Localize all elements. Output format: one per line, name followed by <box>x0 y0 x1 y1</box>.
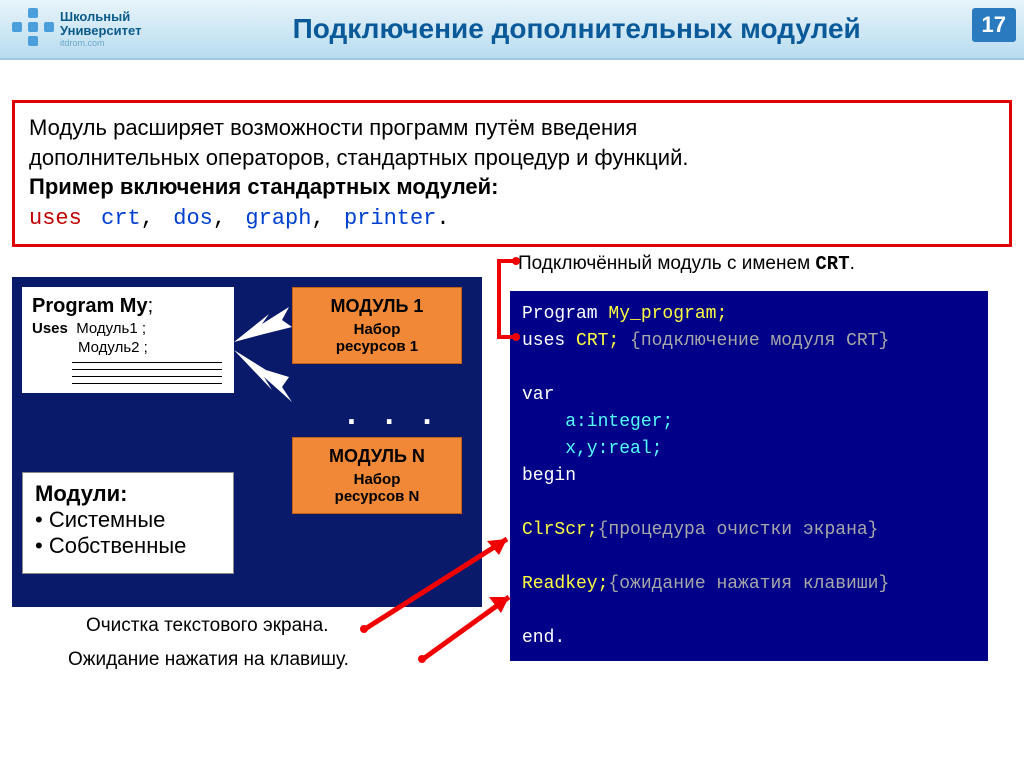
program-box: Program My; Uses Модуль1 ; Модуль2 ; <box>22 287 234 393</box>
caption-clear: Очистка текстового экрана. <box>86 615 329 637</box>
def-line2: дополнительных операторов, стандартных п… <box>29 143 995 173</box>
content-area: Подключённый модуль с именем CRT. Progra… <box>12 267 1012 697</box>
logo-text-1: Школьный <box>60 10 141 24</box>
kw-crt: crt <box>101 206 141 231</box>
uses-example: uses crt, dos, graph, printer. <box>29 202 995 234</box>
module-1-box: МОДУЛЬ 1 Набор ресурсов 1 <box>292 287 462 364</box>
slide-header: Школьный Университет itdrom.com Подключе… <box>0 0 1024 60</box>
kw-printer: printer <box>344 206 436 231</box>
mod2-line: Модуль2 ; <box>78 339 224 356</box>
code-panel: Program My_program; uses CRT; {подключен… <box>510 291 988 661</box>
definition-box: Модуль расширяет возможности программ пу… <box>12 100 1012 247</box>
modules-list-box: Модули: • Системные • Собственные <box>22 472 234 574</box>
logo-text-2: Университет <box>60 24 141 38</box>
page-number: 17 <box>972 8 1016 42</box>
slide-title: Подключение дополнительных модулей <box>141 13 1012 45</box>
caption-crt: Подключённый модуль с именем CRT. <box>518 253 855 275</box>
logo: Школьный Университет itdrom.com <box>12 8 141 50</box>
module-type-2: • Собственные <box>35 533 221 559</box>
uses-line: Uses Модуль1 ; <box>32 320 224 337</box>
program-title: Program My; <box>32 295 224 318</box>
module-type-1: • Системные <box>35 507 221 533</box>
arrow-icon <box>234 302 294 432</box>
caption-wait: Ожидание нажатия на клавишу. <box>68 649 349 671</box>
ellipsis: . . . <box>347 395 441 432</box>
kw-graph: graph <box>245 206 311 231</box>
arrow-icon <box>417 587 522 667</box>
logo-icon <box>12 8 54 50</box>
logo-sub: itdrom.com <box>60 38 141 48</box>
kw-dos: dos <box>173 206 213 231</box>
kw-uses: uses <box>29 206 82 231</box>
def-line1: Модуль расширяет возможности программ пу… <box>29 113 995 143</box>
module-n-box: МОДУЛЬ N Набор ресурсов N <box>292 437 462 514</box>
def-line3: Пример включения стандартных модулей: <box>29 172 995 202</box>
